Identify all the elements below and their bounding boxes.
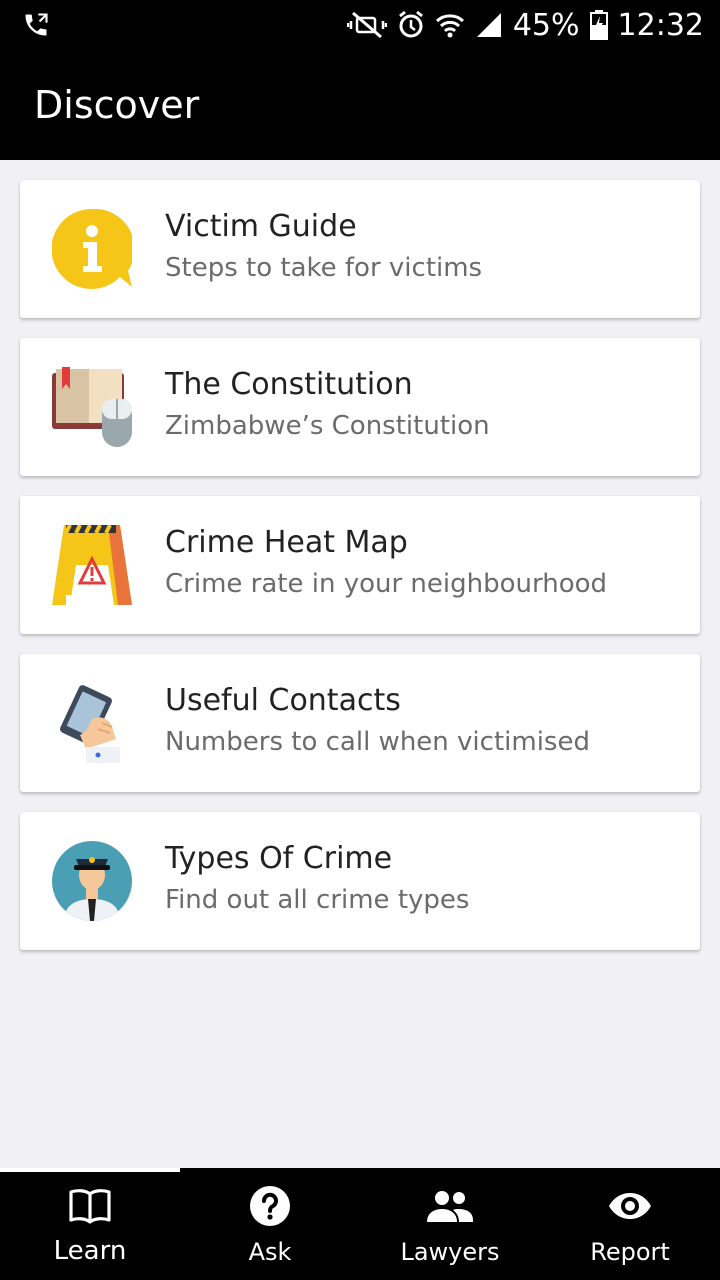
signal-icon (475, 11, 503, 39)
card-title: Types Of Crime (165, 841, 393, 876)
card-title: The Constitution (165, 367, 413, 402)
clock: 12:32 (617, 7, 704, 43)
card-types-of-crime[interactable]: Types Of Crime Find out all crime types (20, 812, 700, 950)
card-subtitle: Crime rate in your neighbourhood (165, 569, 608, 599)
nav-label: Learn (53, 1236, 127, 1266)
book-mouse-icon (52, 367, 132, 447)
card-subtitle: Numbers to call when victimised (165, 727, 590, 757)
book-icon (69, 1186, 111, 1226)
nav-label: Report (590, 1238, 670, 1266)
app-bar: Discover (0, 50, 720, 160)
nav-learn[interactable]: Learn (0, 1168, 180, 1280)
status-bar: 45% 12:32 (0, 0, 720, 50)
phone-call-icon (22, 11, 50, 39)
people-icon (427, 1186, 473, 1226)
help-circle-icon (249, 1186, 291, 1226)
nav-lawyers[interactable]: Lawyers (360, 1168, 540, 1280)
phone-hand-icon (52, 683, 132, 763)
info-bubble-icon (52, 209, 132, 289)
warning-sign-icon (52, 525, 132, 605)
nav-label: Ask (248, 1238, 292, 1266)
card-title: Victim Guide (165, 209, 357, 244)
page-title: Discover (34, 83, 200, 127)
card-crime-heat-map[interactable]: Crime Heat Map Crime rate in your neighb… (20, 496, 700, 634)
card-subtitle: Steps to take for victims (165, 253, 483, 283)
card-constitution[interactable]: The Constitution Zimbabwe’s Constitution (20, 338, 700, 476)
card-victim-guide[interactable]: Victim Guide Steps to take for victims (20, 180, 700, 318)
nav-report[interactable]: Report (540, 1168, 720, 1280)
card-subtitle: Find out all crime types (165, 885, 470, 915)
bottom-navigation: Learn Ask Lawyers Report (0, 1168, 720, 1280)
nav-label: Lawyers (400, 1238, 500, 1266)
eye-icon (607, 1186, 653, 1226)
battery-icon (589, 10, 608, 40)
card-useful-contacts[interactable]: Useful Contacts Numbers to call when vic… (20, 654, 700, 792)
alarm-icon (397, 10, 425, 40)
card-list: Victim Guide Steps to take for victims T… (0, 160, 720, 1168)
card-title: Useful Contacts (165, 683, 401, 718)
wifi-icon (435, 11, 465, 39)
nav-ask[interactable]: Ask (180, 1168, 360, 1280)
card-subtitle: Zimbabwe’s Constitution (165, 411, 490, 441)
police-officer-icon (52, 841, 132, 921)
mute-icon (346, 11, 387, 39)
battery-percent: 45% (512, 7, 580, 43)
card-title: Crime Heat Map (165, 525, 408, 560)
